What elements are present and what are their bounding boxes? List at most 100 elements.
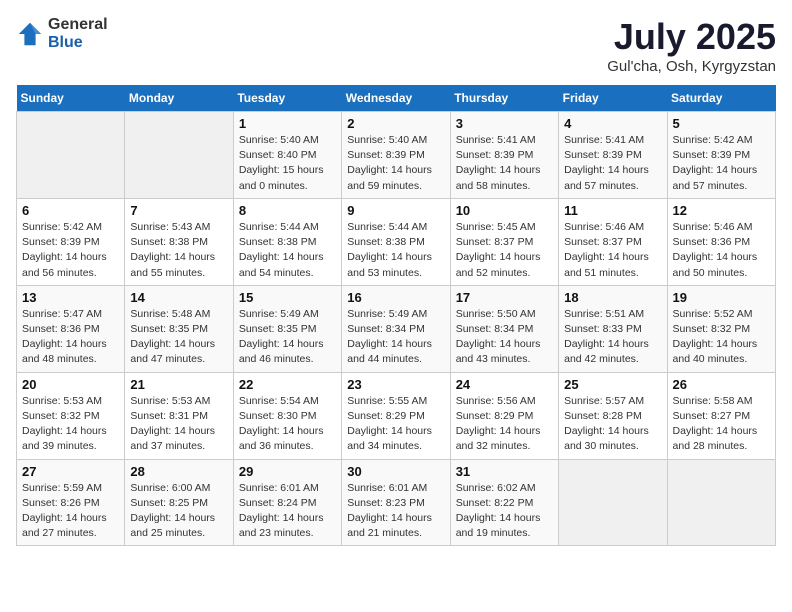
day-info: Sunrise: 5:46 AMSunset: 8:36 PMDaylight:… — [673, 220, 770, 281]
calendar-cell: 31 Sunrise: 6:02 AMSunset: 8:22 PMDayligh… — [450, 459, 558, 546]
day-info: Sunrise: 5:49 AMSunset: 8:34 PMDaylight:… — [347, 307, 444, 368]
day-number: 2 — [347, 116, 444, 131]
logo-text: General Blue — [48, 16, 108, 51]
weekday-header-saturday: Saturday — [667, 85, 775, 112]
day-info: Sunrise: 5:41 AMSunset: 8:39 PMDaylight:… — [456, 133, 553, 194]
calendar-cell: 30 Sunrise: 6:01 AMSunset: 8:23 PMDayligh… — [342, 459, 450, 546]
calendar-cell: 23Sunrise: 5:55 AMSunset: 8:29 PMDayligh… — [342, 372, 450, 459]
calendar-cell: 8 Sunrise: 5:44 AMSunset: 8:38 PMDaylight… — [233, 198, 341, 285]
day-number: 15 — [239, 290, 336, 305]
calendar-cell: 2 Sunrise: 5:40 AMSunset: 8:39 PMDaylight… — [342, 112, 450, 199]
day-number: 18 — [564, 290, 661, 305]
calendar-cell: 11 Sunrise: 5:46 AMSunset: 8:37 PMDayligh… — [559, 198, 667, 285]
calendar-cell: 19 Sunrise: 5:52 AMSunset: 8:32 PMDayligh… — [667, 285, 775, 372]
day-info: Sunrise: 6:00 AMSunset: 8:25 PMDaylight:… — [130, 481, 227, 542]
day-info: Sunrise: 6:01 AMSunset: 8:24 PMDaylight:… — [239, 481, 336, 542]
day-info: Sunrise: 5:58 AMSunset: 8:27 PMDaylight:… — [673, 394, 770, 455]
calendar-cell — [125, 112, 233, 199]
day-number: 7 — [130, 203, 227, 218]
day-number: 8 — [239, 203, 336, 218]
calendar-cell — [17, 112, 125, 199]
calendar-week-4: 20 Sunrise: 5:53 AMSunset: 8:32 PMDayligh… — [17, 372, 776, 459]
day-info: Sunrise: 5:40 AMSunset: 8:40 PMDaylight:… — [239, 133, 336, 194]
calendar-cell: 3 Sunrise: 5:41 AMSunset: 8:39 PMDaylight… — [450, 112, 558, 199]
calendar-week-3: 13 Sunrise: 5:47 AMSunset: 8:36 PMDayligh… — [17, 285, 776, 372]
day-info: Sunrise: 5:50 AMSunset: 8:34 PMDaylight:… — [456, 307, 553, 368]
day-number: 24 — [456, 377, 553, 392]
day-info: Sunrise: 5:48 AMSunset: 8:35 PMDaylight:… — [130, 307, 227, 368]
calendar-cell: 18Sunrise: 5:51 AMSunset: 8:33 PMDayligh… — [559, 285, 667, 372]
day-info: Sunrise: 5:57 AMSunset: 8:28 PMDaylight:… — [564, 394, 661, 455]
calendar-cell: 25 Sunrise: 5:57 AMSunset: 8:28 PMDayligh… — [559, 372, 667, 459]
weekday-header-wednesday: Wednesday — [342, 85, 450, 112]
weekday-header-row: SundayMondayTuesdayWednesdayThursdayFrid… — [17, 85, 776, 112]
calendar-cell: 26Sunrise: 5:58 AMSunset: 8:27 PMDayligh… — [667, 372, 775, 459]
day-number: 30 — [347, 464, 444, 479]
day-info: Sunrise: 5:47 AMSunset: 8:36 PMDaylight:… — [22, 307, 119, 368]
day-number: 1 — [239, 116, 336, 131]
calendar-cell: 22 Sunrise: 5:54 AMSunset: 8:30 PMDayligh… — [233, 372, 341, 459]
day-number: 17 — [456, 290, 553, 305]
calendar-cell: 17 Sunrise: 5:50 AMSunset: 8:34 PMDayligh… — [450, 285, 558, 372]
calendar-table: SundayMondayTuesdayWednesdayThursdayFrid… — [16, 85, 776, 546]
calendar-cell: 28Sunrise: 6:00 AMSunset: 8:25 PMDayligh… — [125, 459, 233, 546]
day-number: 13 — [22, 290, 119, 305]
calendar-cell: 15 Sunrise: 5:49 AMSunset: 8:35 PMDayligh… — [233, 285, 341, 372]
calendar-cell: 7Sunrise: 5:43 AMSunset: 8:38 PMDaylight… — [125, 198, 233, 285]
calendar-cell: 12 Sunrise: 5:46 AMSunset: 8:36 PMDayligh… — [667, 198, 775, 285]
day-number: 4 — [564, 116, 661, 131]
day-info: Sunrise: 6:02 AMSunset: 8:22 PMDaylight:… — [456, 481, 553, 542]
day-info: Sunrise: 5:52 AMSunset: 8:32 PMDaylight:… — [673, 307, 770, 368]
calendar-subtitle: Gul'cha, Osh, Kyrgyzstan — [607, 58, 776, 75]
day-info: Sunrise: 5:59 AMSunset: 8:26 PMDaylight:… — [22, 481, 119, 542]
day-info: Sunrise: 5:42 AMSunset: 8:39 PMDaylight:… — [22, 220, 119, 281]
day-number: 12 — [673, 203, 770, 218]
day-info: Sunrise: 5:45 AMSunset: 8:37 PMDaylight:… — [456, 220, 553, 281]
calendar-title: July 2025 — [607, 16, 776, 58]
day-number: 14 — [130, 290, 227, 305]
day-info: Sunrise: 5:42 AMSunset: 8:39 PMDaylight:… — [673, 133, 770, 194]
day-number: 16 — [347, 290, 444, 305]
calendar-cell — [559, 459, 667, 546]
logo-icon — [16, 20, 44, 48]
day-info: Sunrise: 5:54 AMSunset: 8:30 PMDaylight:… — [239, 394, 336, 455]
day-number: 3 — [456, 116, 553, 131]
day-number: 20 — [22, 377, 119, 392]
day-number: 5 — [673, 116, 770, 131]
calendar-week-2: 6 Sunrise: 5:42 AMSunset: 8:39 PMDaylight… — [17, 198, 776, 285]
day-number: 25 — [564, 377, 661, 392]
weekday-header-friday: Friday — [559, 85, 667, 112]
weekday-header-thursday: Thursday — [450, 85, 558, 112]
day-number: 11 — [564, 203, 661, 218]
logo-general: General — [48, 16, 108, 34]
day-info: Sunrise: 5:41 AMSunset: 8:39 PMDaylight:… — [564, 133, 661, 194]
calendar-cell: 10Sunrise: 5:45 AMSunset: 8:37 PMDayligh… — [450, 198, 558, 285]
day-info: Sunrise: 6:01 AMSunset: 8:23 PMDaylight:… — [347, 481, 444, 542]
logo-blue: Blue — [48, 34, 108, 52]
calendar-cell: 4 Sunrise: 5:41 AMSunset: 8:39 PMDaylight… — [559, 112, 667, 199]
day-info: Sunrise: 5:44 AMSunset: 8:38 PMDaylight:… — [239, 220, 336, 281]
calendar-cell — [667, 459, 775, 546]
day-info: Sunrise: 5:53 AMSunset: 8:31 PMDaylight:… — [130, 394, 227, 455]
day-number: 22 — [239, 377, 336, 392]
day-info: Sunrise: 5:53 AMSunset: 8:32 PMDaylight:… — [22, 394, 119, 455]
day-info: Sunrise: 5:49 AMSunset: 8:35 PMDaylight:… — [239, 307, 336, 368]
day-number: 21 — [130, 377, 227, 392]
day-info: Sunrise: 5:44 AMSunset: 8:38 PMDaylight:… — [347, 220, 444, 281]
calendar-cell: 5 Sunrise: 5:42 AMSunset: 8:39 PMDaylight… — [667, 112, 775, 199]
day-number: 31 — [456, 464, 553, 479]
calendar-cell: 13 Sunrise: 5:47 AMSunset: 8:36 PMDayligh… — [17, 285, 125, 372]
calendar-cell: 14 Sunrise: 5:48 AMSunset: 8:35 PMDayligh… — [125, 285, 233, 372]
day-number: 19 — [673, 290, 770, 305]
calendar-cell: 21 Sunrise: 5:53 AMSunset: 8:31 PMDayligh… — [125, 372, 233, 459]
calendar-cell: 6 Sunrise: 5:42 AMSunset: 8:39 PMDaylight… — [17, 198, 125, 285]
day-number: 29 — [239, 464, 336, 479]
calendar-cell: 27 Sunrise: 5:59 AMSunset: 8:26 PMDayligh… — [17, 459, 125, 546]
day-number: 6 — [22, 203, 119, 218]
day-number: 27 — [22, 464, 119, 479]
day-info: Sunrise: 5:40 AMSunset: 8:39 PMDaylight:… — [347, 133, 444, 194]
day-info: Sunrise: 5:46 AMSunset: 8:37 PMDaylight:… — [564, 220, 661, 281]
calendar-cell: 20 Sunrise: 5:53 AMSunset: 8:32 PMDayligh… — [17, 372, 125, 459]
logo: General Blue — [16, 16, 108, 51]
page-header: General Blue July 2025 Gul'cha, Osh, Kyr… — [16, 16, 776, 75]
